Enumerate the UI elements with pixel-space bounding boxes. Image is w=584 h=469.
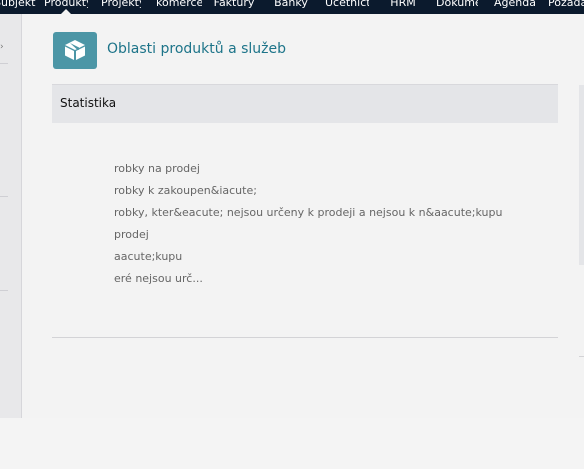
stat-line: robky na prodej: [114, 162, 200, 175]
nav-item-faktury[interactable]: Faktury: [213, 0, 255, 14]
nav-item-ucetnictvi[interactable]: Účetnictví: [325, 0, 369, 14]
stat-line: prodej: [114, 228, 149, 241]
nav-item-hrm[interactable]: HRM: [383, 0, 423, 14]
box-icon: [53, 32, 97, 69]
nav-item-produkty[interactable]: Produkty: [44, 0, 88, 14]
stat-line: eré nejsou urč...: [114, 272, 203, 285]
nav-item-komerce[interactable]: komerce: [156, 0, 202, 14]
left-panel-divider: [0, 290, 8, 291]
stat-line: aacute;kupu: [114, 250, 183, 263]
section-divider: [52, 337, 558, 338]
left-panel-divider: [0, 196, 8, 197]
footer-area: [0, 418, 584, 469]
statistics-section-header: Statistika: [52, 84, 558, 123]
left-panel-divider: [0, 63, 8, 64]
stat-line: robky, kter&eacute; nejsou určeny k prod…: [114, 206, 503, 219]
left-side-panel: ›: [0, 14, 22, 418]
section-title: Statistika: [60, 96, 117, 110]
right-panel-edge: [579, 85, 584, 265]
nav-item-agenda[interactable]: Agenda: [492, 0, 538, 14]
top-navigation: Subjekty Produkty Projekty komerce Faktu…: [0, 0, 584, 14]
nav-item-subjekty[interactable]: Subjekty: [0, 0, 36, 14]
right-panel-divider: [579, 356, 584, 357]
nav-item-dokumenty[interactable]: Dokumenty: [436, 0, 478, 14]
stat-line: robky k zakoupen&iacute;: [114, 184, 257, 197]
nav-item-banky[interactable]: Banky: [268, 0, 314, 14]
page-title: Oblasti produktů a služeb: [107, 41, 287, 57]
nav-item-pozadavky[interactable]: Požadavky: [548, 0, 584, 14]
nav-item-projekty[interactable]: Projekty: [101, 0, 141, 14]
chevron-right-icon[interactable]: ›: [0, 42, 4, 52]
